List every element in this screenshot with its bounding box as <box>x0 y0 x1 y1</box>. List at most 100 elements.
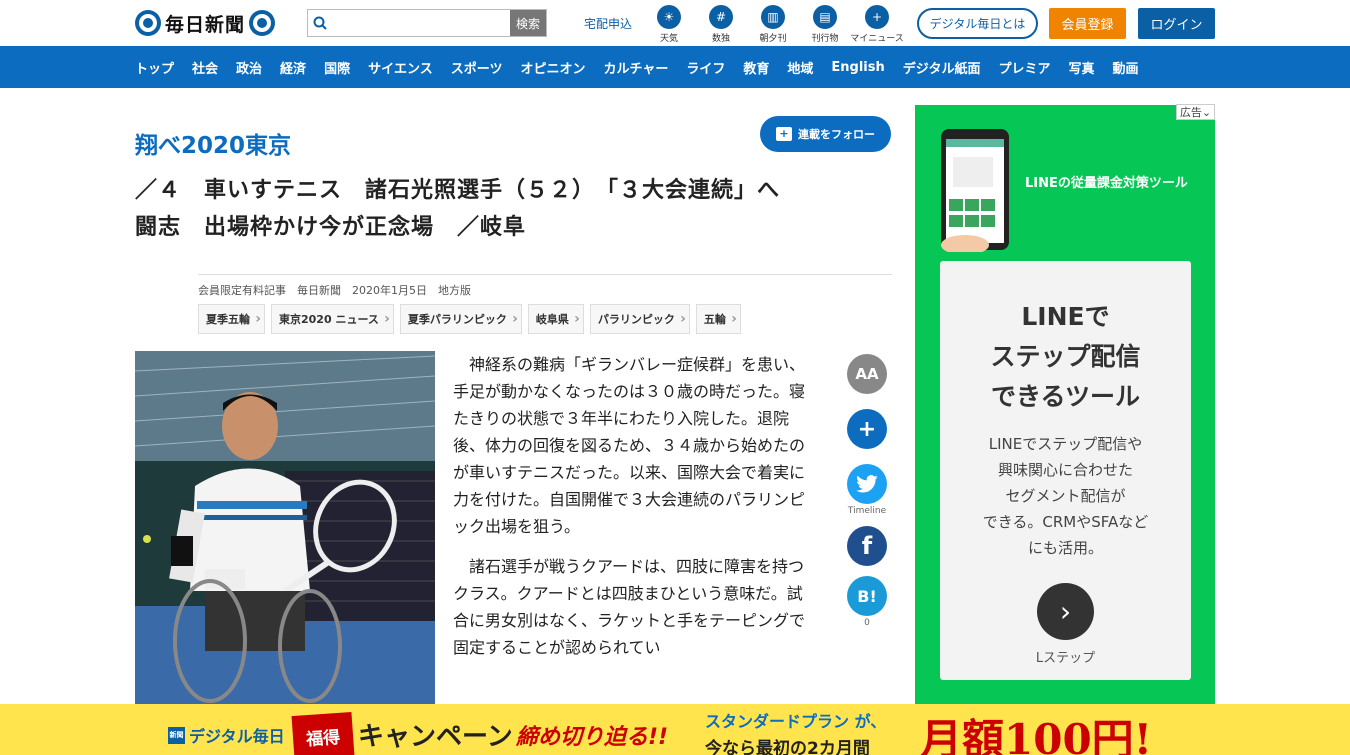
facebook-button[interactable]: f <box>847 526 887 566</box>
top-header: 毎日新聞 検索 宅配申込 ☀ 天気 # 数独 ▥ 朝夕刊 ▤ 刊行物 + マイニュース デ… <box>0 0 1350 46</box>
my-news-label: マイニュース <box>850 34 904 44</box>
main-nav: トップ 社会 政治 経済 国際 サイエンス スポーツ オピニオン カルチャー ライフ 教育 地域 Eng… <box>0 46 1350 88</box>
nav-item[interactable]: 社会 <box>192 58 218 77</box>
ad-heading-line: できるツール <box>990 382 1140 411</box>
ad-card: LINEで ステップ配信 できるツール LINEでステップ配信や 興味関心に合わ… <box>940 261 1191 680</box>
header-newspaper[interactable]: ▥ 朝夕刊 <box>756 5 790 44</box>
article-paragraph: 神経系の難病「ギランバレー症候群」を患い、手足が動かなくなったのは３０歳の時だっ… <box>453 355 806 536</box>
nav-item[interactable]: ライフ <box>686 58 725 77</box>
banner-digital-text: デジタル毎日 <box>189 727 285 746</box>
twitter-label: Timeline <box>847 506 887 516</box>
hatena-count: 0 <box>864 618 870 628</box>
weather-icon: ☀ <box>657 5 681 29</box>
article-photo[interactable] <box>135 351 435 706</box>
nav-item[interactable]: トップ <box>135 58 174 77</box>
campaign-banner[interactable]: 新聞 デジタル毎日 福得 キャンペーン 締め切り迫る!! スタンダードプラン が… <box>0 704 1350 755</box>
nav-items: トップ 社会 政治 経済 国際 サイエンス スポーツ オピニオン カルチャー ライフ 教育 地域 Eng… <box>135 46 1157 88</box>
tag-item[interactable]: 岐阜県 <box>527 304 584 334</box>
line-ad[interactable]: LINEの従量課金対策ツール LINEで ステップ配信 できるツール LINEで… <box>915 105 1215 705</box>
article-meta: 会員限定有料記事 毎日新聞 2020年1月5日 地方版 <box>198 284 471 297</box>
ad-body-line: 興味関心に合わせた <box>997 461 1133 479</box>
newspaper-icon: ▥ <box>761 5 785 29</box>
ad-label[interactable]: 広告 ⌄ <box>1176 104 1215 120</box>
logo-text: 毎日新聞 <box>165 13 246 36</box>
phone-illustration <box>941 129 1009 252</box>
banner-price: 月額100円! <box>920 715 1153 755</box>
book-icon: ▤ <box>813 5 837 29</box>
search-input[interactable] <box>332 10 510 36</box>
wheelchair-tennis-photo <box>135 351 435 706</box>
member-register-button[interactable]: 会員登録 <box>1049 8 1126 39</box>
search-box: 検索 <box>307 9 547 37</box>
nav-item[interactable]: 国際 <box>324 58 350 77</box>
ad-heading-line: LINEで <box>1021 302 1110 331</box>
ad-label-text: 広告 <box>1179 106 1202 119</box>
nav-item[interactable]: サイエンス <box>368 58 433 77</box>
nav-item[interactable]: 写真 <box>1069 58 1095 77</box>
header-my-news[interactable]: + マイニュース <box>850 5 904 44</box>
sudoku-label: 数独 <box>711 34 730 44</box>
ad-brand: Lステップ <box>1035 651 1096 666</box>
my-news-icon: + <box>865 5 889 29</box>
newspaper-label: 朝夕刊 <box>759 34 787 44</box>
weather-label: 天気 <box>659 34 678 44</box>
chevron-down-icon: ⌄ <box>1201 105 1212 119</box>
nav-item[interactable]: 動画 <box>1113 58 1139 77</box>
tag-item[interactable]: 夏季パラリンピック <box>399 304 522 334</box>
ad-body-line: できる。CRMやSFAなど <box>982 513 1149 531</box>
meta-divider <box>198 274 892 275</box>
tag-item[interactable]: 東京2020 ニュース <box>271 304 394 334</box>
share-bar: AA + Timeline f B! 0 <box>847 354 887 628</box>
tag-list: 夏季五輪東京2020 ニュース夏季パラリンピック岐阜県パラリンピック五輪 <box>198 304 741 334</box>
nav-item[interactable]: デジタル紙面 <box>903 58 981 77</box>
nav-item[interactable]: 経済 <box>280 58 306 77</box>
hatena-button[interactable]: B! <box>847 576 887 616</box>
chevron-right-icon[interactable]: › <box>1037 583 1094 640</box>
fuku-toku-seal: 福得 <box>291 711 355 755</box>
nav-item[interactable]: カルチャー <box>603 58 668 77</box>
header-publications[interactable]: ▤ 刊行物 <box>808 5 842 44</box>
banner-campaign: キャンペーン <box>358 722 513 752</box>
follow-label: 連載をフォロー <box>798 128 875 141</box>
nav-item[interactable]: 政治 <box>236 58 262 77</box>
header-icons: ☀ 天気 # 数独 ▥ 朝夕刊 ▤ 刊行物 + マイニュース <box>652 5 904 44</box>
headline-line-2: 闘志 出場枠かけ今が正念場 ／岐阜 <box>135 215 527 240</box>
search-button[interactable]: 検索 <box>510 10 546 36</box>
ad-heading: LINEで ステップ配信 できるツール <box>940 297 1191 417</box>
ad-body-line: LINEでステップ配信や <box>988 435 1143 453</box>
nav-item[interactable]: 地域 <box>787 58 813 77</box>
tag-item[interactable]: 五輪 <box>695 304 741 334</box>
nav-item[interactable]: スポーツ <box>451 58 503 77</box>
headline-line-1: ／４ 車いすテニス 諸石光照選手（５２） 「３大会連続」へ <box>135 178 781 203</box>
nav-item[interactable]: プレミア <box>999 58 1051 77</box>
series-title[interactable]: 翔べ2020東京 <box>135 126 291 160</box>
ad-tagline: LINEの従量課金対策ツール <box>1025 176 1188 191</box>
logo-eye-icon <box>249 10 276 36</box>
ad-body: LINEでステップ配信や 興味関心に合わせた セグメント配信が できる。CRMや… <box>940 431 1191 561</box>
nav-item[interactable]: 教育 <box>743 58 769 77</box>
nav-item[interactable]: English <box>831 60 884 75</box>
delivery-link[interactable]: 宅配申込 <box>584 15 632 32</box>
header-weather[interactable]: ☀ 天気 <box>652 5 686 44</box>
tag-item[interactable]: パラリンピック <box>589 304 690 334</box>
article-body: 神経系の難病「ギランバレー症候群」を患い、手足が動かなくなったのは３０歳の時だっ… <box>453 351 815 674</box>
twitter-bird-icon <box>856 475 878 493</box>
search-icon <box>308 10 332 36</box>
banner-plan: スタンダードプラン が、 <box>705 712 887 731</box>
follow-plus-button[interactable]: + <box>847 409 887 449</box>
publications-label: 刊行物 <box>811 34 839 44</box>
twitter-button[interactable] <box>847 464 887 504</box>
digital-mainichi-button[interactable]: デジタル毎日とは <box>917 8 1038 39</box>
ad-heading-line: ステップ配信 <box>990 342 1141 371</box>
article-headline: ／４ 車いすテニス 諸石光照選手（５２） 「３大会連続」へ 闘志 出場枠かけ今が… <box>135 172 895 246</box>
follow-series-button[interactable]: + 連載をフォロー <box>760 116 891 152</box>
header-sudoku[interactable]: # 数独 <box>704 5 738 44</box>
nav-item[interactable]: オピニオン <box>520 58 585 77</box>
font-size-button[interactable]: AA <box>847 354 887 394</box>
banner-plan-sub: 今なら最初の2カ月間 <box>705 739 870 755</box>
ad-body-line: にも活用。 <box>1027 539 1103 557</box>
tag-item[interactable]: 夏季五輪 <box>198 304 265 334</box>
mainichi-logo[interactable]: 毎日新聞 <box>135 8 276 38</box>
login-button[interactable]: ログイン <box>1138 8 1215 39</box>
ad-body-line: セグメント配信が <box>1005 487 1126 505</box>
